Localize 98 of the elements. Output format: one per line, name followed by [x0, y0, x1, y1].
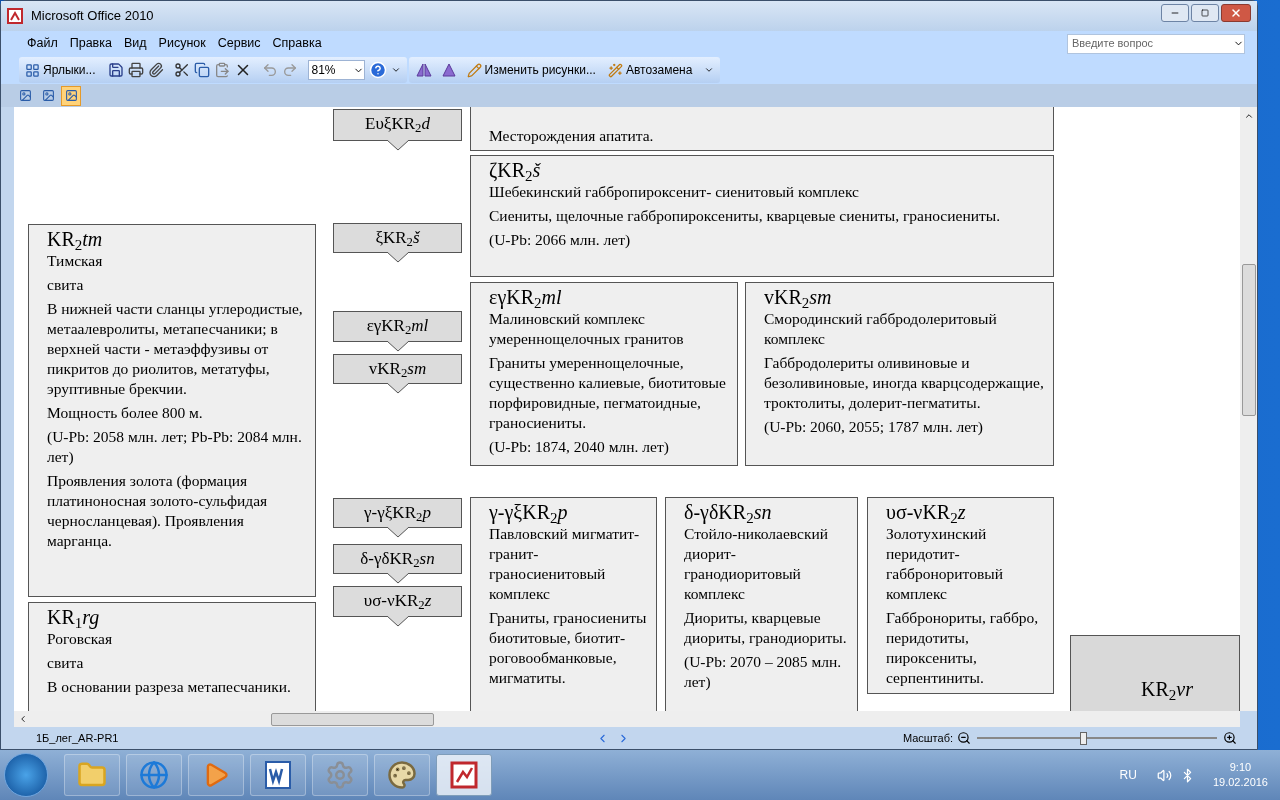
menu-item[interactable]: Файл	[21, 34, 64, 53]
save-icon[interactable]	[107, 62, 124, 78]
start-button[interactable]	[4, 753, 48, 797]
legend-text: Диориты, кварцевые диориты, гранодиориты.	[684, 608, 848, 648]
legend-text: свита	[47, 275, 85, 295]
document-icon	[263, 760, 293, 790]
overflow-icon[interactable]	[704, 65, 715, 75]
legend-symbol: KR$_{2}$vr	[1141, 678, 1193, 700]
shortcut-icon	[25, 62, 40, 78]
legend-text: Золотухинский перидотит-габброноритовый комплекс	[886, 524, 1004, 604]
legend-symbol: εγKR$_{2}$ml	[489, 285, 562, 309]
slider-thumb[interactable]	[1079, 731, 1087, 745]
minimize-button[interactable]	[1161, 4, 1189, 22]
legend-text: Смородинский габбродолеритовый комплекс	[764, 309, 998, 349]
menu-item[interactable]: Сервис	[211, 34, 267, 53]
maximize-icon	[1201, 9, 1209, 17]
close-button[interactable]	[1221, 4, 1251, 22]
autoreplace-button[interactable]: Автозамена	[607, 61, 693, 79]
legend-text: Мощность более 800 м.	[47, 403, 204, 423]
legend-text: Стойло-николаевский диорит-гранодиоритовый комплекс	[684, 524, 829, 604]
scroll-thumb[interactable]	[271, 712, 434, 726]
legend-text: (U-Pb: 2058 млн. лет; Pb-Pb: 2084 млн. лет)	[47, 427, 303, 467]
menu-item[interactable]: Вид	[117, 34, 153, 53]
zoom-label: Масштаб:	[902, 730, 953, 746]
legend-text: (U-Pb: 1874, 2040 млн. лет)	[489, 437, 670, 457]
volume-icon[interactable]	[1156, 767, 1172, 783]
legend-text: Граниты умереннощелочные, существенно калиевые, биотитовые порфировидные, пегматоидные, граносиениты.	[489, 353, 727, 433]
legend-symbol: γ-γξKR$_{2}$p	[489, 500, 568, 524]
shortcuts-button[interactable]: Ярлыки...	[25, 61, 96, 79]
legend-text: Габбродолериты оливиновые и безоливиновые, иногда кварцсодержащие, троктолиты, долерит-пегматиты.	[764, 353, 1045, 413]
magic-wand-icon	[607, 62, 623, 78]
palette-icon	[387, 760, 417, 790]
legend-text: В основании разреза метапесчаники.	[47, 677, 292, 697]
scroll-thumb[interactable]	[1241, 264, 1256, 416]
legend-text: Граниты, граносиениты биотитовые, биотит-роговообманковые, мигматиты.	[489, 608, 648, 688]
picture-edit-icon	[466, 62, 482, 78]
pointer-icon	[386, 616, 409, 627]
legend-text: (U-Pb: 2060, 2055; 1787 млн. лет)	[764, 417, 984, 437]
overflow-icon[interactable]	[390, 65, 401, 75]
change-pictures-button[interactable]: Изменить рисунки...	[466, 61, 596, 79]
taskbar-app[interactable]	[436, 754, 492, 796]
legend-text: Роговская	[47, 629, 114, 649]
legend-symbol: KR$_{1}$rg	[47, 605, 100, 629]
help-icon[interactable]	[368, 61, 387, 79]
legend-text: Тимская	[47, 251, 104, 271]
scroll-up-icon[interactable]	[1243, 111, 1254, 121]
cut-icon[interactable]	[173, 62, 190, 78]
picture-icon	[18, 89, 32, 102]
horizontal-scrollbar[interactable]	[14, 711, 1240, 727]
view-button[interactable]	[61, 85, 81, 106]
legend-text: свита	[47, 653, 85, 673]
legend-text: (U-Pb: 2066 млн. лет)	[489, 230, 632, 250]
window-title: Microsoft Office 2010	[31, 7, 154, 26]
legend-text: Павловский мигматит- гранит-граносиенитовый комплекс	[489, 524, 641, 604]
legend-symbol: KR$_{2}$tm	[47, 227, 103, 251]
legend-symbol: vKR$_{2}$sm	[764, 285, 832, 309]
flip-icon[interactable]	[414, 62, 433, 78]
copy-icon[interactable]	[193, 62, 210, 78]
zoom-out-icon[interactable]	[957, 731, 971, 745]
legend-text: Проявления золота (формация платиноносная золото-сульфидая черносланцевая). Проявления марганца.	[47, 471, 269, 551]
legend-text: В нижней части сланцы углеродистые, метаалевролиты, метапесчаники; в верхней части - метаэффузивы от пикритов до риолитов, метатуфы, эруптивные брекчии.	[47, 299, 304, 399]
pointer-icon	[386, 140, 409, 151]
zoom-in-icon[interactable]	[1223, 731, 1237, 745]
help-search-input[interactable]: Введите вопрос	[1068, 35, 1233, 52]
pointer-icon	[386, 573, 409, 584]
redo-icon[interactable]	[281, 62, 298, 78]
vertical-scrollbar[interactable]	[1240, 107, 1257, 711]
globe-icon	[139, 760, 169, 790]
chart-icon	[449, 760, 479, 790]
print-icon[interactable]	[127, 62, 144, 78]
menu-item[interactable]: Справка	[266, 34, 328, 53]
menu-item[interactable]: Правка	[63, 34, 118, 53]
help-search-field[interactable]: Введите вопрос	[1067, 33, 1245, 54]
pointer-icon	[386, 527, 409, 538]
zoom-dropdown[interactable]: 81%	[307, 60, 365, 80]
pointer-icon	[386, 252, 409, 263]
legend-text: (U-Pb: 2070 – 2085 млн. лет)	[684, 652, 843, 692]
zoom-slider[interactable]	[977, 731, 1217, 745]
sheet-name: 1Б_лег_AR-PR1	[36, 730, 119, 746]
legend-text: Малиновский комплекс умереннощелочных гранитов	[489, 309, 685, 349]
close-icon	[1230, 7, 1242, 19]
gear-icon	[325, 760, 355, 790]
pointer-icon	[386, 341, 409, 352]
picture-icon	[64, 89, 78, 102]
app-icon	[7, 8, 23, 24]
menu-item[interactable]: Рисунок	[152, 34, 212, 53]
undo-icon[interactable]	[261, 62, 278, 78]
legend-text: Сиениты, щелочные габбропироксениты, кварцевые сиениты, граносиениты.	[489, 206, 1002, 226]
legend-symbol: υσ-νKR$_{2}$z	[886, 500, 966, 524]
picture-icon	[41, 89, 55, 102]
legend-symbol: δ-γδKR$_{2}$sn	[684, 500, 772, 524]
legend-symbol: ζKR$_{2}$š	[489, 158, 541, 182]
scroll-left-icon[interactable]	[18, 714, 28, 724]
legend-text: Шебекинский габбропироксенит- сиенитовый комплекс	[489, 182, 860, 202]
legend-text: Месторождения апатита.	[489, 126, 655, 146]
pointer-icon	[386, 383, 409, 394]
paperclip-icon[interactable]	[147, 62, 164, 78]
legend-text: Габбронориты, габбро, перидотиты, пироксениты, серпентиниты.	[886, 608, 1040, 688]
